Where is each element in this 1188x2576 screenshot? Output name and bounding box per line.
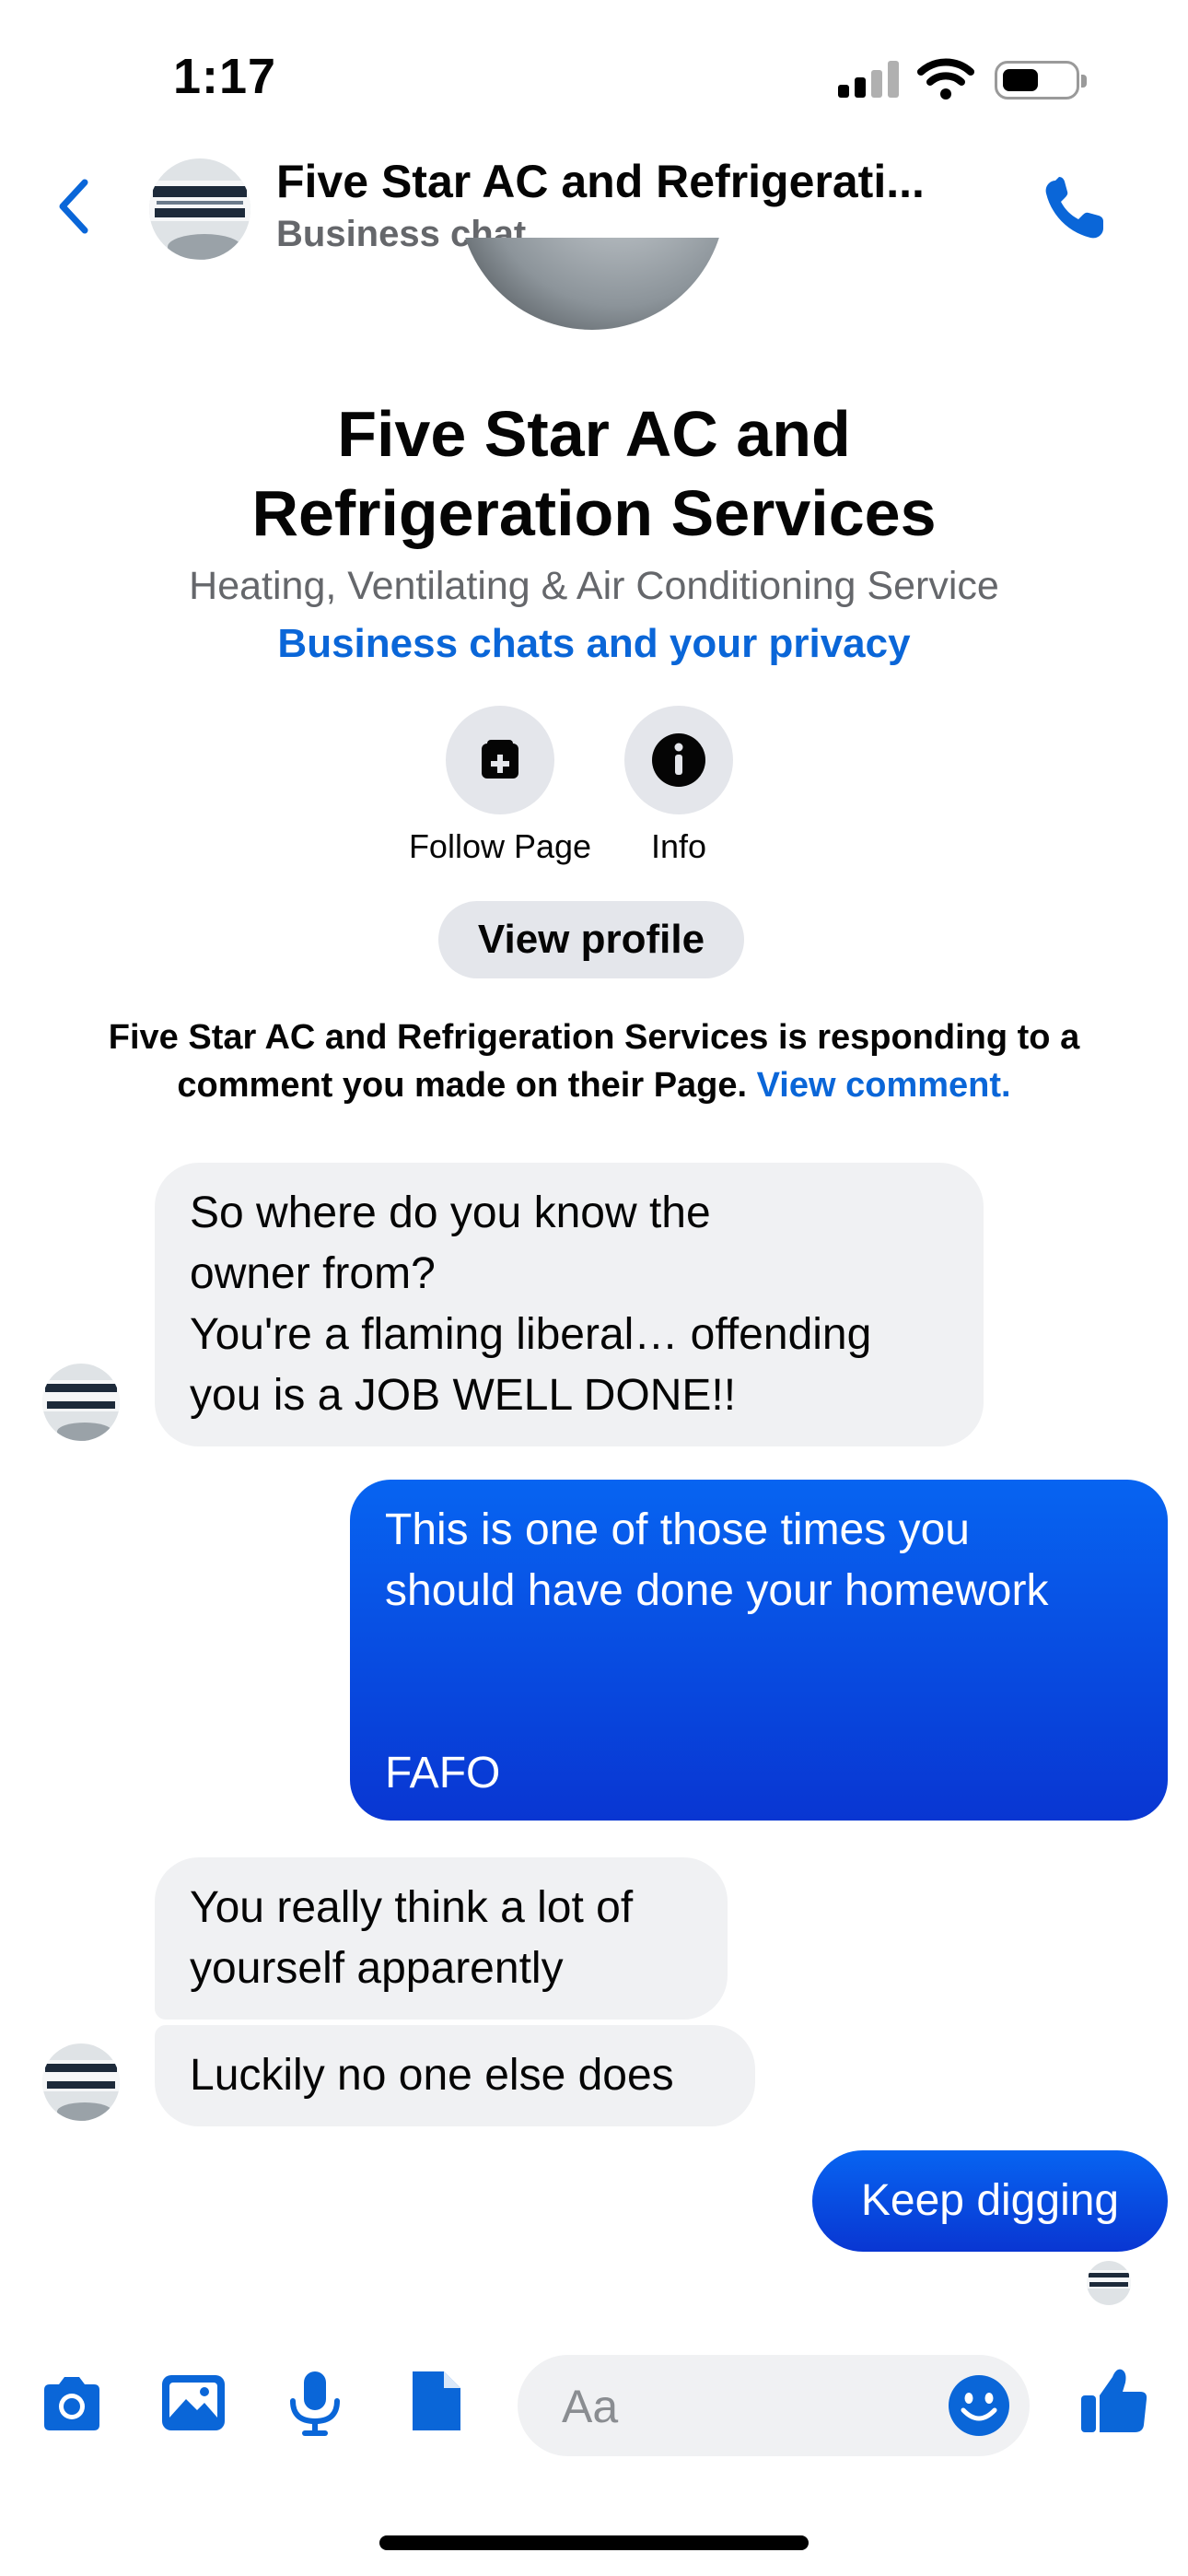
van-logo-icon (1087, 2261, 1131, 2305)
follow-page-label[interactable]: Follow Page (387, 827, 613, 866)
document-icon[interactable] (402, 2366, 472, 2436)
info-button[interactable] (624, 706, 733, 814)
thumbs-up-icon[interactable] (1077, 2364, 1151, 2438)
info-icon (652, 733, 705, 787)
message-input-container[interactable] (518, 2355, 1030, 2458)
message-bubble-incoming[interactable]: You really think a lot of yourself appar… (155, 1857, 728, 2020)
gallery-icon[interactable] (158, 2368, 228, 2438)
comment-notice: Five Star AC and Refrigeration Services … (55, 1013, 1133, 1109)
message-input[interactable] (560, 2355, 914, 2458)
phone-call-icon[interactable] (1041, 175, 1109, 243)
info-icon-wrap[interactable] (624, 706, 733, 814)
follow-page-icon (482, 740, 518, 779)
message-bubble-outgoing[interactable]: Keep digging (812, 2150, 1168, 2252)
sender-avatar[interactable] (42, 2043, 120, 2121)
business-avatar[interactable] (149, 158, 250, 260)
home-indicator (379, 2535, 809, 2550)
van-logo-icon (149, 158, 250, 260)
page-title: Five Star AC and Refrigeration Services (251, 398, 937, 549)
chat-title[interactable]: Five Star AC and Refrigerati... (276, 155, 1004, 208)
info-label[interactable]: Info (608, 827, 750, 866)
view-profile-button[interactable]: View profile (438, 901, 744, 978)
read-receipt-avatar (1087, 2261, 1131, 2305)
microphone-icon[interactable] (280, 2368, 350, 2438)
view-comment-link[interactable]: View comment. (757, 1066, 1011, 1105)
message-bubble-incoming[interactable]: Luckily no one else does (155, 2025, 755, 2126)
privacy-link[interactable]: Business chats and your privacy (0, 621, 1188, 667)
status-time: 1:17 (173, 49, 277, 104)
follow-page-button[interactable] (446, 706, 554, 814)
cellular-signal-icon (838, 61, 899, 98)
profile-photo-partial (459, 238, 726, 330)
message-bubble-incoming[interactable]: So where do you know the owner from? You… (155, 1163, 984, 1446)
camera-icon[interactable] (37, 2370, 107, 2440)
back-icon[interactable] (55, 177, 92, 236)
message-bubble-outgoing[interactable]: This is one of those times you should ha… (350, 1480, 1168, 1821)
wifi-icon (917, 58, 974, 100)
sender-avatar[interactable] (42, 1364, 120, 1441)
follow-page-icon-wrap[interactable] (446, 706, 554, 814)
van-logo-icon (42, 2043, 120, 2121)
battery-icon (995, 61, 1087, 100)
page-category: Heating, Ventilating & Air Conditioning … (189, 564, 999, 608)
van-logo-icon (42, 1364, 120, 1441)
emoji-icon[interactable] (947, 2373, 1011, 2438)
